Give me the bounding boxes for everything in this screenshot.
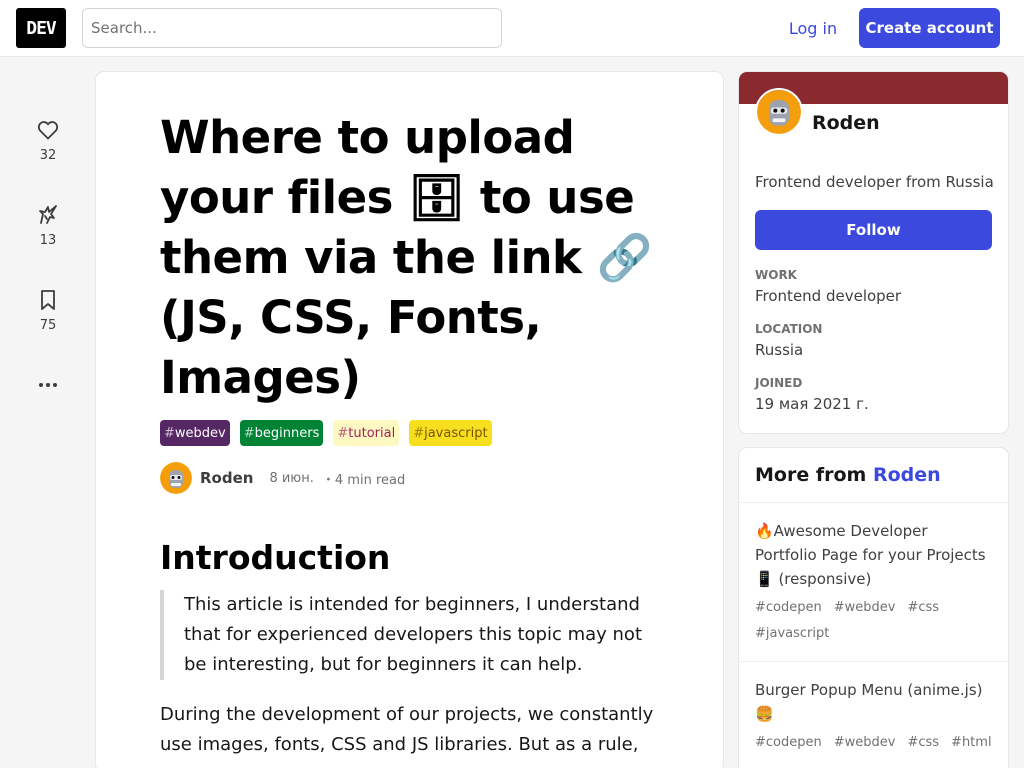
- location-value: Russia: [755, 341, 804, 359]
- search-input[interactable]: [82, 8, 502, 48]
- work-value: Frontend developer: [755, 287, 902, 305]
- author-avatar[interactable]: [160, 462, 192, 494]
- profile-bio: Frontend developer from Russia: [755, 173, 994, 191]
- location-label: LOCATION: [755, 322, 823, 336]
- article-tags: # webdev # beginners # tutorial # javascript: [160, 420, 492, 446]
- more-from-author-link[interactable]: Roden: [873, 464, 941, 486]
- profile-name[interactable]: Roden: [812, 112, 880, 134]
- more-from-heading: More from Roden: [739, 448, 1008, 503]
- tag-hash: #: [413, 425, 425, 441]
- profile-avatar[interactable]: [755, 88, 803, 136]
- tag-beginners[interactable]: # beginners: [239, 420, 324, 446]
- tag-label: beginners: [254, 425, 320, 441]
- body-paragraph: During the development of our projects, …: [160, 704, 654, 768]
- author-name[interactable]: Roden: [200, 469, 253, 487]
- joined-label: JOINED: [755, 376, 803, 390]
- more-item-tag[interactable]: #css: [907, 732, 939, 754]
- article-title: Where to upload your files 🗄 to use them…: [160, 111, 653, 404]
- more-from-card: More from Roden 🔥Awesome Developer Portf…: [739, 448, 1008, 768]
- tag-label: webdev: [174, 425, 226, 441]
- unicorn-reaction[interactable]: 13: [20, 203, 76, 288]
- more-item-tag[interactable]: #css: [907, 597, 939, 619]
- login-link[interactable]: Log in: [776, 8, 850, 48]
- follow-button[interactable]: Follow: [755, 210, 992, 250]
- tag-javascript[interactable]: # javascript: [409, 420, 492, 446]
- tag-hash: #: [337, 425, 349, 441]
- more-item-tag[interactable]: #webdev: [834, 732, 896, 754]
- list-item[interactable]: Burger Popup Menu (anime.js) 🍔 #codepen …: [739, 662, 1008, 768]
- more-item-tags: #codepen #webdev #css #javascript: [755, 597, 992, 645]
- more-item-tag[interactable]: #javascript: [755, 623, 829, 645]
- tag-webdev[interactable]: # webdev: [160, 420, 230, 446]
- unicorn-icon: [39, 205, 57, 224]
- bookmark-icon: [41, 290, 55, 310]
- more-from-label: More from: [755, 464, 867, 486]
- ellipsis-icon: [39, 383, 57, 387]
- dev-logo[interactable]: DEV: [16, 8, 66, 48]
- tag-label: tutorial: [348, 425, 396, 441]
- tag-label: javascript: [424, 425, 488, 441]
- more-item-tags: #codepen #webdev #css #html: [755, 732, 992, 754]
- save-reaction[interactable]: 75: [20, 288, 76, 373]
- save-count: 75: [39, 318, 57, 333]
- joined-value: 19 мая 2021 г.: [755, 395, 869, 413]
- more-item-tag[interactable]: #html: [951, 732, 992, 754]
- publish-date: 8 июн.: [269, 470, 314, 486]
- article-card: Where to upload your files 🗄 to use them…: [96, 72, 723, 768]
- heart-icon: [37, 121, 59, 140]
- unicorn-count: 13: [39, 233, 57, 248]
- more-options-button[interactable]: [20, 373, 76, 403]
- tag-hash: #: [243, 425, 255, 441]
- list-item[interactable]: 🔥Awesome Developer Portfolio Page for yo…: [739, 503, 1008, 662]
- author-byline: Roden 8 июн. ・4 min read: [160, 462, 405, 494]
- more-item-tag[interactable]: #webdev: [834, 597, 896, 619]
- top-header: DEV Log in Create account: [0, 0, 1024, 57]
- read-time: ・4 min read: [321, 472, 406, 488]
- reaction-rail: 32 13 75: [20, 118, 76, 403]
- tag-tutorial[interactable]: # tutorial: [333, 420, 400, 446]
- create-account-button[interactable]: Create account: [859, 8, 1000, 48]
- work-label: WORK: [755, 268, 797, 282]
- intro-quote: This article is intended for beginners, …: [160, 590, 660, 680]
- more-item-title[interactable]: 🔥Awesome Developer Portfolio Page for yo…: [755, 519, 992, 591]
- more-item-tag[interactable]: #codepen: [755, 597, 822, 619]
- author-profile-card: Roden Frontend developer from Russia Fol…: [739, 72, 1008, 433]
- more-item-title[interactable]: Burger Popup Menu (anime.js) 🍔: [755, 678, 992, 726]
- like-count: 32: [39, 148, 57, 163]
- section-heading: Introduction: [160, 538, 391, 577]
- like-reaction[interactable]: 32: [20, 118, 76, 203]
- tag-hash: #: [164, 425, 175, 441]
- more-item-tag[interactable]: #codepen: [755, 732, 822, 754]
